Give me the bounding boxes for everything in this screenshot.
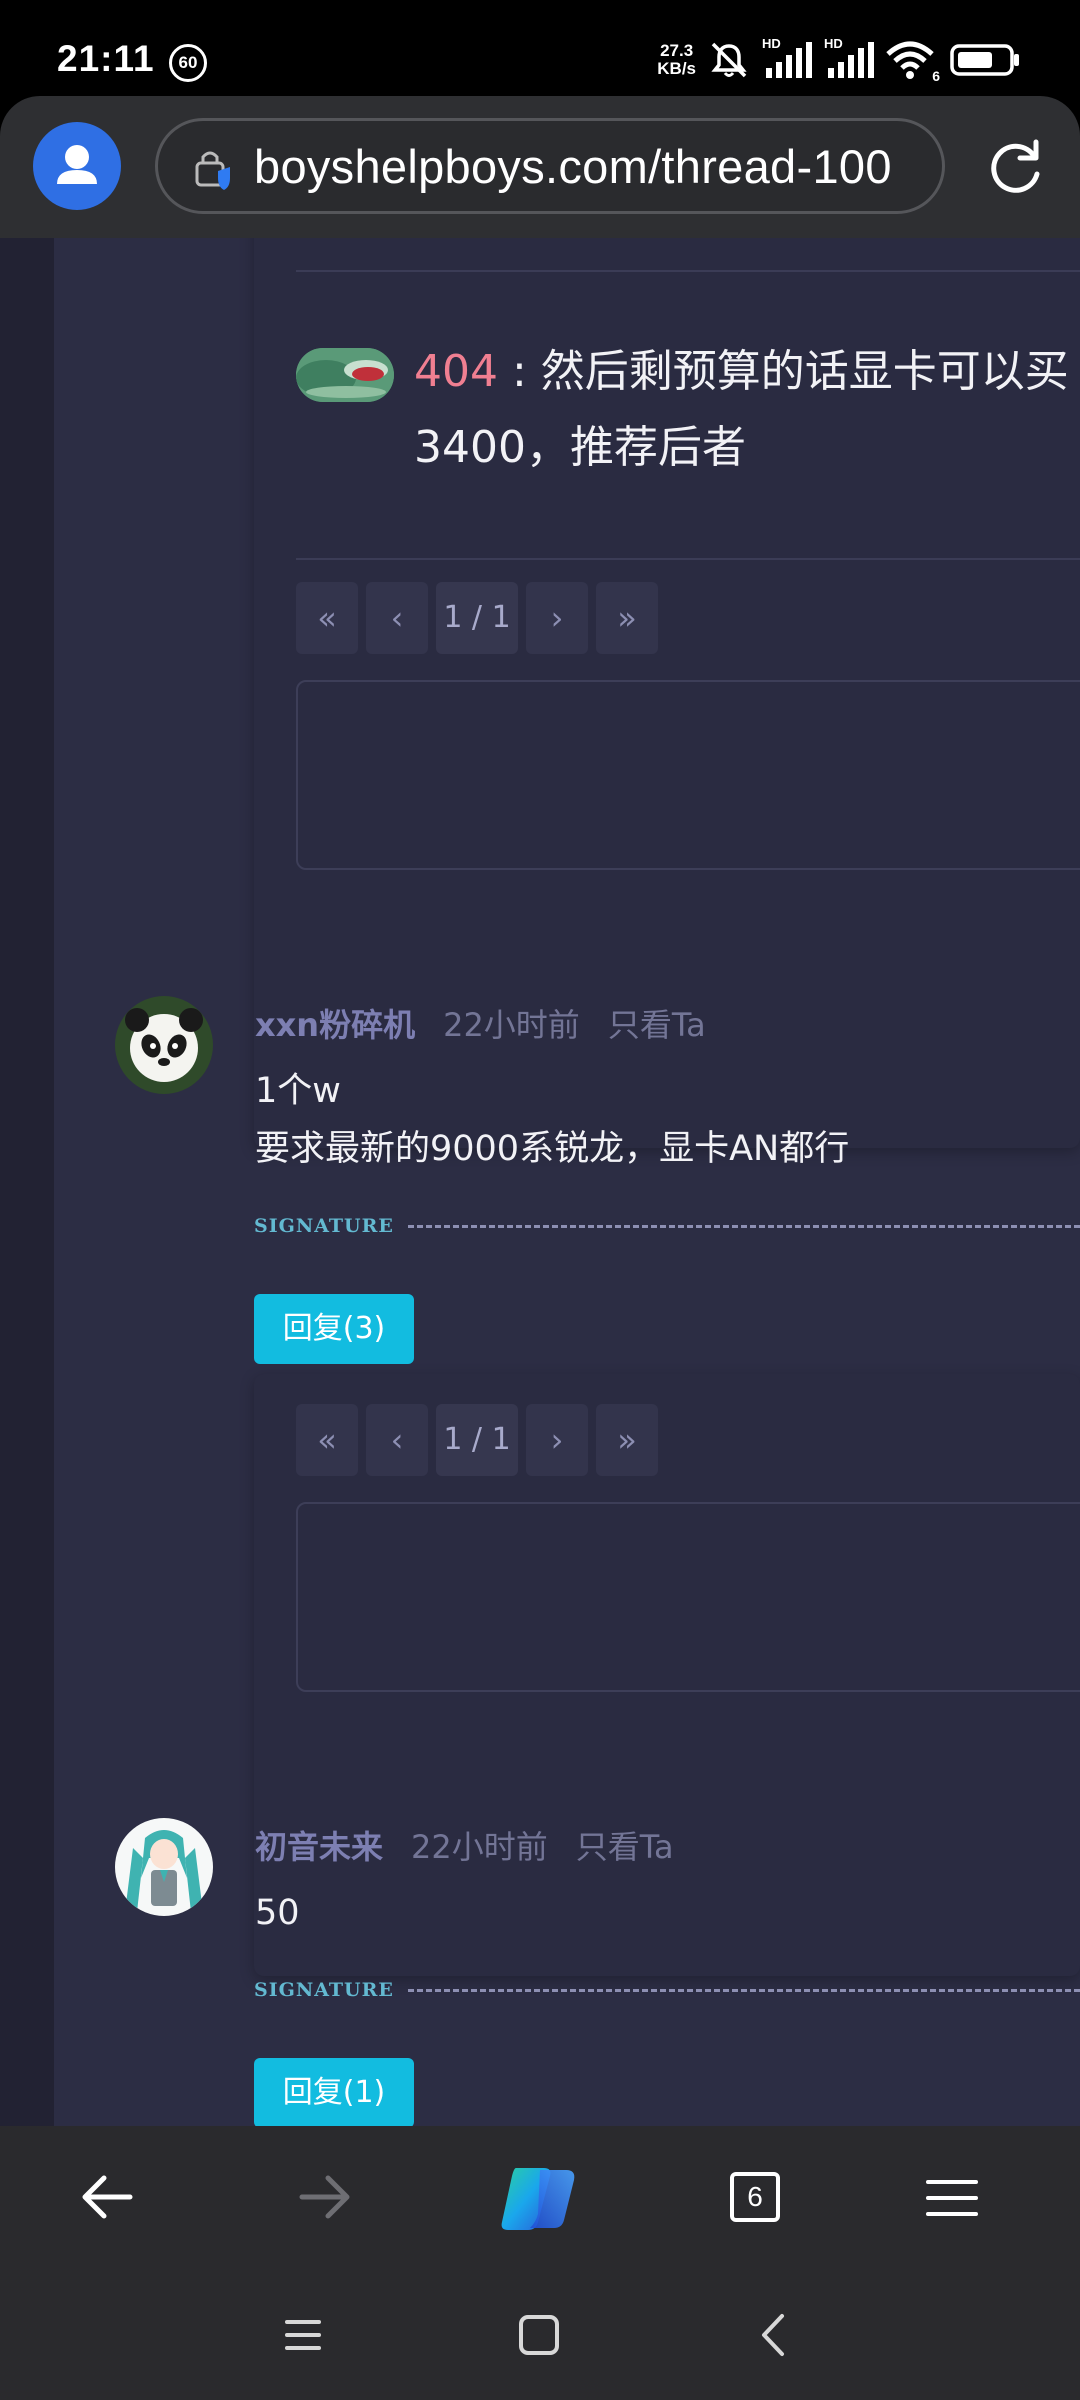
page-indicator: 1 / 1 (436, 1404, 518, 1476)
avatar[interactable] (115, 1818, 213, 1916)
page-indicator: 1 / 1 (436, 582, 518, 654)
first-page-button[interactable]: « (296, 1404, 358, 1476)
signature-dashed-line (407, 1988, 1080, 1992)
reply-input[interactable] (296, 1502, 1080, 1692)
signature-divider: SIGNATURE (254, 1978, 1080, 2002)
reply-avatar (296, 348, 394, 402)
prev-page-button[interactable]: ‹ (366, 582, 428, 654)
url-text: boyshelpboys.com/thread-100 (254, 140, 892, 193)
last-page-button[interactable]: » (596, 1404, 658, 1476)
tab-count: 6 (747, 2181, 763, 2212)
reply-button[interactable]: 回复(1) (254, 2058, 414, 2126)
only-ta-link[interactable]: 只看Ta (608, 1000, 706, 1046)
signature-label: SIGNATURE (254, 1215, 394, 1237)
pagination: « ‹ 1 / 1 › » (296, 582, 658, 654)
last-page-button[interactable]: » (596, 582, 658, 654)
signal-2-icon: HD (824, 36, 874, 80)
back-nav-icon[interactable] (758, 2312, 788, 2358)
tabs-icon[interactable]: 6 (730, 2172, 780, 2222)
post-body-line1: 50 (255, 1893, 300, 1933)
status-time: 21:11 (57, 38, 155, 79)
post-author[interactable]: xxn粉碎机 (255, 1000, 415, 1046)
browser-bottom-bar: 6 (0, 2126, 1080, 2400)
back-arrow-icon[interactable] (80, 2172, 136, 2222)
post-author[interactable]: 初音未来 (255, 1822, 383, 1868)
prev-page-button[interactable]: ‹ (366, 1404, 428, 1476)
post-meta: xxn粉碎机 22小时前 只看Ta (255, 1000, 706, 1046)
network-speed: 27.3 KB/s (657, 42, 696, 78)
menu-icon[interactable] (924, 2176, 980, 2220)
only-ta-link[interactable]: 只看Ta (576, 1822, 674, 1868)
battery-icon (950, 44, 1019, 76)
signature-dashed-line (407, 1224, 1080, 1228)
wifi-icon: 6 (886, 40, 940, 84)
address-bar[interactable]: boyshelpboys.com/thread-100 (155, 118, 945, 214)
home-nav-icon[interactable] (518, 2314, 560, 2356)
reply-text-line1: 404 : 然后剩预算的话显卡可以买 (414, 334, 1069, 410)
forward-arrow-icon[interactable] (296, 2172, 352, 2222)
reply-button[interactable]: 回复(3) (254, 1294, 414, 1364)
wifi-label: 6 (932, 68, 940, 84)
reload-icon[interactable] (980, 134, 1050, 204)
post-time: 22小时前 (411, 1828, 548, 1866)
post-time: 22小时前 (443, 1006, 580, 1044)
next-page-button[interactable]: › (526, 1404, 588, 1476)
status-bar: 21:11 60 27.3 KB/s HD HD 6 (0, 0, 1080, 100)
network-speed-value: 27.3 (660, 41, 694, 60)
browser-toolbar: boyshelpboys.com/thread-100 (0, 96, 1080, 238)
profile-button[interactable] (33, 122, 121, 210)
left-gutter (0, 238, 54, 2126)
signal-1-icon: HD (762, 36, 812, 80)
mute-vibrate-icon (711, 42, 747, 78)
signature-label: SIGNATURE (254, 1979, 394, 2001)
network-speed-unit: KB/s (657, 59, 696, 78)
reply-input[interactable] (296, 680, 1080, 870)
copilot-icon[interactable] (496, 2160, 582, 2236)
status-badge: 60 (169, 44, 207, 82)
page-content: 404 : 然后剩预算的话显卡可以买 3400，推荐后者 « ‹ 1 / 1 ›… (0, 238, 1080, 2126)
first-page-button[interactable]: « (296, 582, 358, 654)
profile-icon (57, 145, 97, 184)
divider (296, 270, 1080, 272)
post-meta: 初音未来 22小时前 只看Ta (255, 1822, 674, 1868)
recents-nav-icon[interactable] (283, 2316, 323, 2354)
avatar[interactable] (115, 996, 213, 1094)
pagination: « ‹ 1 / 1 › » (296, 1404, 658, 1476)
signature-divider: SIGNATURE (254, 1214, 1080, 1238)
reply-text-line2: 3400，推荐后者 (414, 422, 746, 473)
reply-username[interactable]: 404 (414, 346, 498, 397)
reply-content: 然后剩预算的话显卡可以买 (540, 346, 1069, 397)
lock-shield-icon (195, 151, 230, 190)
reply-separator: : (497, 346, 541, 397)
next-page-button[interactable]: › (526, 582, 588, 654)
post-body-line2: 要求最新的9000系锐龙，显卡AN都行 (255, 1129, 850, 1169)
status-icons: 27.3 KB/s HD HD 6 (657, 36, 1020, 84)
post-body-line1: 1个w (255, 1071, 341, 1111)
divider (296, 558, 1080, 560)
